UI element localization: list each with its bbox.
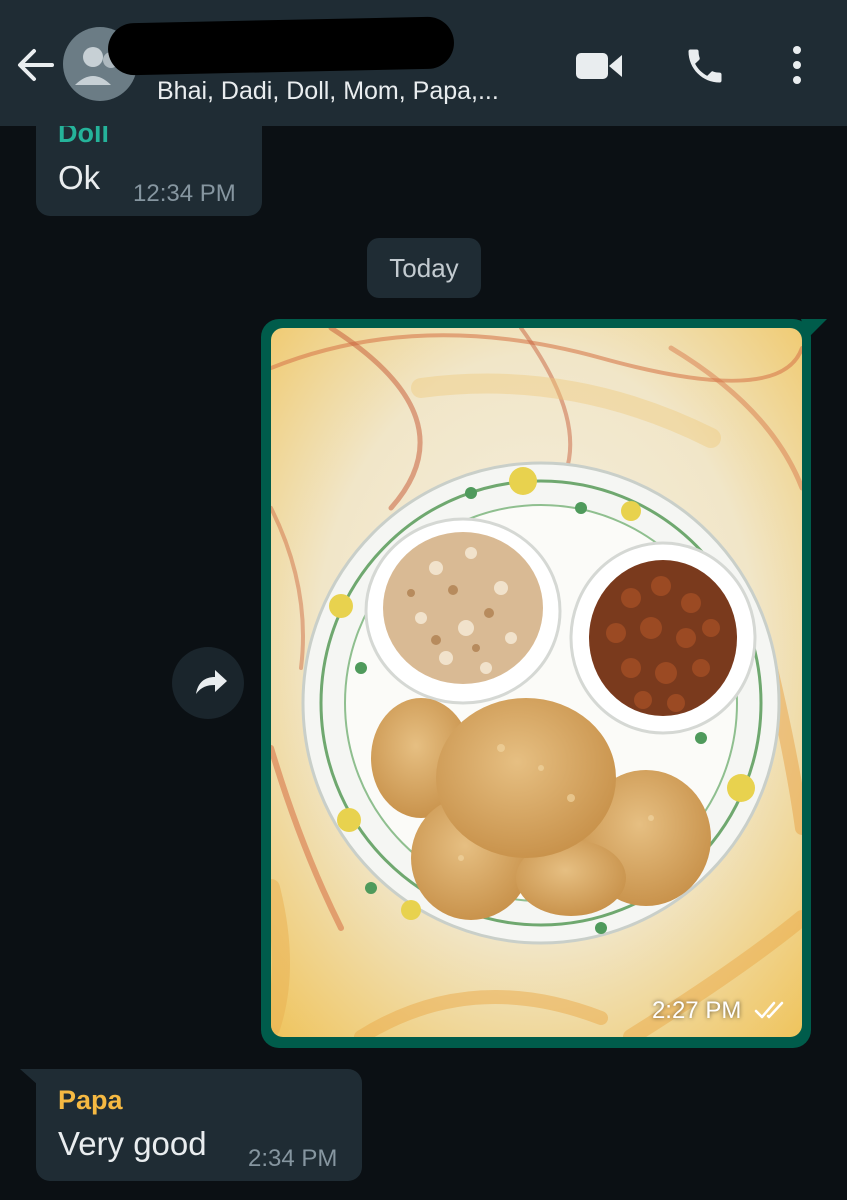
- forward-arrow-icon: [196, 670, 227, 694]
- more-options-icon[interactable]: [787, 44, 807, 86]
- photo-timestamp: 2:27 PM: [652, 997, 788, 1025]
- bubble-tail: [801, 319, 827, 339]
- food-photo[interactable]: 2:27 PM: [271, 328, 802, 1037]
- back-arrow-icon[interactable]: [14, 44, 56, 86]
- message-text: Ok: [58, 159, 101, 196]
- outgoing-photo-message[interactable]: 2:27 PM: [261, 319, 827, 1048]
- chat-header: Bhai, Dadi, Doll, Mom, Papa,...: [0, 0, 847, 126]
- group-members-subtitle[interactable]: Bhai, Dadi, Doll, Mom, Papa,...: [157, 77, 499, 106]
- food-plate-image: [271, 328, 802, 1037]
- bubble-tail: [20, 1069, 38, 1085]
- message-text: Very good: [58, 1125, 207, 1162]
- incoming-message-papa[interactable]: Papa Very good 2:34 PM: [20, 1069, 362, 1181]
- photo-time-text: 2:27 PM: [651, 997, 742, 1024]
- redacted-group-name: [107, 16, 455, 76]
- sender-name: Papa: [58, 1085, 123, 1115]
- read-double-tick-icon: [754, 1001, 784, 1019]
- video-call-icon[interactable]: [574, 46, 624, 86]
- date-separator: Today: [367, 238, 481, 298]
- forward-button[interactable]: [172, 647, 244, 719]
- voice-call-icon[interactable]: [683, 44, 727, 88]
- message-time: 12:34 PM: [133, 180, 236, 207]
- message-time: 2:34 PM: [248, 1145, 338, 1172]
